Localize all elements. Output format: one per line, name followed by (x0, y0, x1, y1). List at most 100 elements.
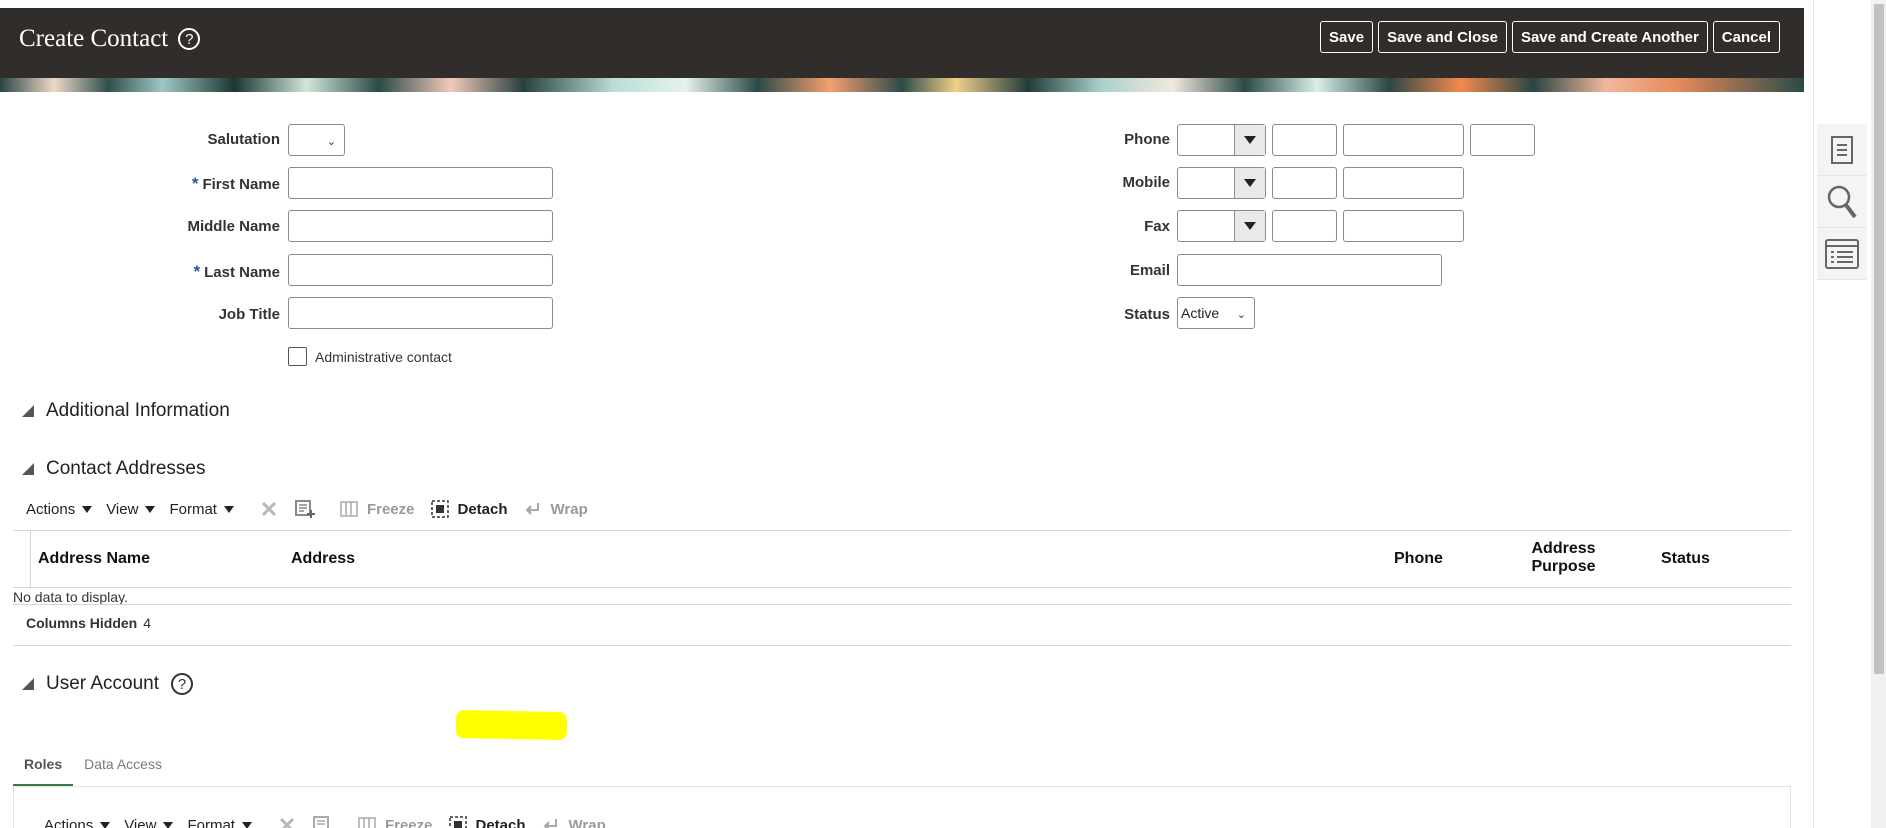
columns-hidden-status: Columns Hidden 4 (26, 615, 151, 631)
header-actions: Save Save and Close Save and Create Anot… (1320, 21, 1780, 53)
view-label: View (106, 500, 139, 518)
contact-addresses-table: Address Name Address Phone Address Purpo… (13, 530, 1791, 589)
chevron-down-icon: ⌄ (326, 136, 336, 148)
table-footer-divider (13, 645, 1791, 646)
actions-menu[interactable]: Actions (44, 817, 111, 828)
delete-button[interactable] (276, 815, 298, 828)
dropdown-arrow-icon[interactable] (1234, 125, 1265, 155)
help-icon[interactable]: ? (178, 28, 201, 50)
contact-addresses-title: Contact Addresses (46, 458, 206, 479)
administrative-contact-label: Administrative contact (315, 349, 452, 365)
detach-button[interactable]: Detach (429, 499, 508, 519)
format-menu[interactable]: Format (169, 501, 234, 518)
vertical-scrollbar[interactable] (1871, 0, 1886, 828)
detach-button[interactable]: Detach (447, 815, 526, 828)
columns-hidden-count: 4 (143, 615, 152, 631)
tab-roles[interactable]: Roles (13, 752, 74, 787)
search-icon[interactable] (1817, 176, 1867, 228)
caret-down-icon (145, 505, 156, 513)
document-icon[interactable] (1817, 124, 1867, 176)
mobile-area-code-input[interactable] (1272, 167, 1337, 199)
freeze-button[interactable]: Freeze (338, 499, 415, 519)
tab-data-access[interactable]: Data Access (73, 752, 173, 787)
table-header: Address Name Address Phone Address Purpo… (13, 530, 1791, 589)
fax-area-code-input[interactable] (1272, 210, 1337, 242)
caret-down-icon (241, 821, 252, 828)
last-name-label-wrap: * Last Name (150, 262, 281, 282)
salutation-select[interactable]: ⌄ (288, 124, 345, 156)
column-header-address-purpose[interactable]: Address Purpose (1526, 540, 1601, 576)
last-name-label: Last Name (204, 264, 280, 281)
phone-area-code-input[interactable] (1272, 124, 1337, 156)
first-name-input[interactable] (288, 167, 553, 199)
column-header-phone[interactable]: Phone (1394, 550, 1443, 568)
phone-number-input[interactable] (1343, 124, 1464, 156)
add-row-button[interactable] (312, 815, 334, 828)
fax-country-code-select[interactable] (1177, 210, 1266, 242)
dropdown-arrow-icon[interactable] (1234, 211, 1265, 241)
save-and-close-button[interactable]: Save and Close (1378, 21, 1507, 53)
freeze-label: Freeze (384, 816, 433, 828)
caret-down-icon (223, 505, 234, 513)
user-account-section[interactable]: User Account ? (22, 673, 193, 695)
fax-number-input[interactable] (1343, 210, 1464, 242)
format-menu[interactable]: Format (187, 817, 252, 828)
delete-x-icon (276, 815, 298, 828)
additional-information-title: Additional Information (46, 400, 230, 421)
add-row-button[interactable] (294, 499, 316, 519)
disclosure-triangle-icon[interactable] (22, 405, 34, 417)
disclosure-triangle-icon[interactable] (22, 463, 34, 475)
disclosure-triangle-icon[interactable] (22, 678, 34, 690)
mobile-number-input[interactable] (1343, 167, 1464, 199)
middle-name-input[interactable] (288, 210, 553, 242)
job-title-input[interactable] (288, 297, 553, 329)
column-header-status[interactable]: Status (1661, 550, 1710, 568)
last-name-input[interactable] (288, 254, 553, 286)
wrap-button[interactable]: Wrap (522, 499, 588, 519)
freeze-icon (356, 815, 378, 828)
required-icon: * (193, 262, 201, 281)
freeze-icon (338, 499, 360, 519)
scrollbar-thumb[interactable] (1874, 4, 1884, 674)
cancel-button[interactable]: Cancel (1712, 21, 1780, 53)
mobile-country-code-select[interactable] (1177, 167, 1266, 199)
delete-button[interactable] (258, 499, 280, 519)
contact-addresses-section[interactable]: Contact Addresses (22, 458, 205, 480)
phone-country-code-select[interactable] (1177, 124, 1266, 156)
decorative-banner (0, 78, 1804, 92)
table-divider (13, 604, 1791, 605)
delete-x-icon (258, 499, 280, 519)
format-label: Format (187, 816, 235, 828)
phone-extension-input[interactable] (1470, 124, 1535, 156)
wrap-button[interactable]: Wrap (540, 815, 606, 828)
column-header-address-name[interactable]: Address Name (38, 550, 150, 568)
view-label: View (124, 816, 157, 828)
actions-menu[interactable]: Actions (26, 501, 93, 518)
wrap-icon (522, 499, 544, 519)
page-title-wrap: Create Contact ? (19, 25, 201, 53)
columns-hidden-label: Columns Hidden (26, 615, 138, 631)
status-label: Status (1124, 306, 1170, 323)
administrative-contact-checkbox[interactable] (288, 347, 307, 366)
page-header: Create Contact ? Save Save and Close Sav… (0, 8, 1804, 78)
page-title: Create Contact (19, 25, 169, 52)
view-menu[interactable]: View (106, 500, 156, 518)
status-select[interactable]: Active ⌄ (1177, 297, 1255, 329)
help-icon[interactable]: ? (171, 673, 193, 695)
row-header-divider (30, 531, 31, 589)
save-button[interactable]: Save (1320, 21, 1374, 53)
email-input[interactable] (1177, 254, 1442, 286)
wrap-icon (540, 815, 562, 828)
side-panel-divider (1813, 0, 1814, 828)
list-icon[interactable] (1817, 228, 1867, 280)
save-and-create-another-button[interactable]: Save and Create Another (1511, 21, 1708, 53)
view-menu[interactable]: View (124, 816, 174, 828)
additional-information-section[interactable]: Additional Information (22, 400, 230, 422)
dropdown-arrow-icon[interactable] (1234, 168, 1265, 198)
first-name-label: First Name (202, 176, 280, 193)
freeze-button[interactable]: Freeze (356, 815, 433, 828)
email-label: Email (1129, 262, 1170, 279)
column-header-address[interactable]: Address (291, 550, 355, 568)
first-name-label-wrap: * First Name (150, 174, 280, 194)
highlight-mark (456, 710, 567, 740)
